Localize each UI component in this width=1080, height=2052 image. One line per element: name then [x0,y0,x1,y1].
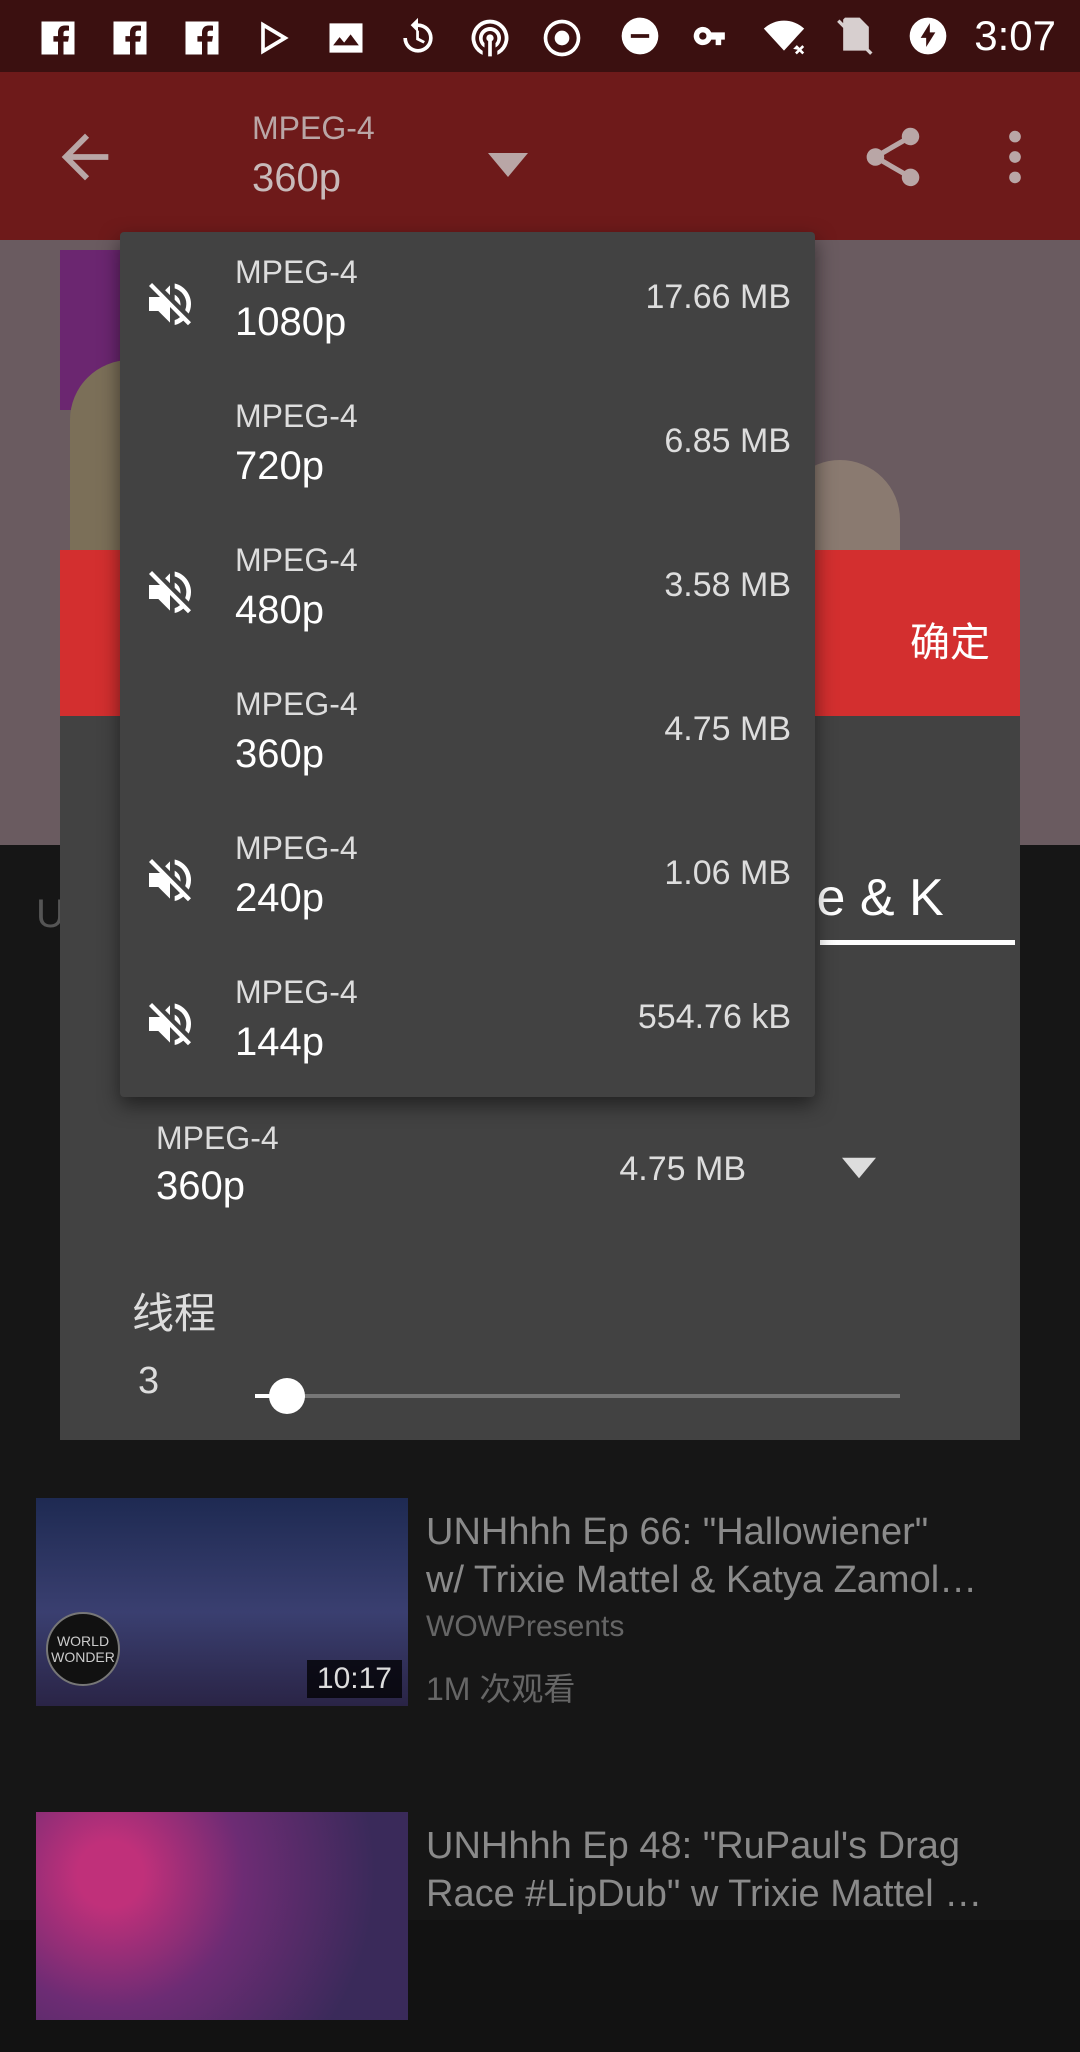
option-size: 17.66 MB [645,278,791,316]
quality-option-240p[interactable]: MPEG-4 240p 1.06 MB [120,808,815,952]
option-format: MPEG-4 [235,398,358,434]
image-icon [320,12,372,64]
quality-spinner[interactable]: MPEG-4 360p 4.75 MB [156,1120,876,1240]
quality-option-480p[interactable]: MPEG-4 480p 3.58 MB [120,520,815,664]
notification-icons [32,12,588,64]
vpn-key-icon [686,10,738,62]
option-size: 554.76 kB [637,998,791,1036]
input-underline [820,940,1015,945]
volume-off-icon [142,852,198,908]
video-title[interactable]: UNHhhh Ep 48: "RuPaul's Drag Race #LipDu… [426,1822,1046,1918]
play-store-icon [248,12,300,64]
quality-option-720p[interactable]: MPEG-4 720p 6.85 MB [120,376,815,520]
quality-option-1080p[interactable]: MPEG-4 1080p 17.66 MB [120,232,815,376]
facebook-icon [176,12,228,64]
threads-slider[interactable] [255,1376,900,1416]
video-thumbnail[interactable] [36,1812,408,2020]
file-name-input[interactable]: ie & K [805,868,944,928]
video-thumbnail[interactable]: WORLD WONDER 10:17 [36,1498,408,1706]
option-format: MPEG-4 [235,830,358,866]
option-size: 3.58 MB [664,566,791,604]
back-arrow-icon[interactable] [50,122,120,192]
selected-size: 4.75 MB [619,1150,746,1188]
wifi-icon [758,10,810,62]
facebook-icon [104,12,156,64]
video-views: 1M 次观看 [426,1671,576,1707]
option-resolution: 480p [235,588,324,632]
option-resolution: 1080p [235,300,347,344]
channel-logo: WORLD WONDER [46,1612,120,1686]
volume-off-icon [142,564,198,620]
dropdown-arrow-icon[interactable] [488,150,528,180]
selected-resolution: 360p [156,1164,245,1208]
quality-dropdown-menu: MPEG-4 1080p 17.66 MB MPEG-4 720p 6.85 MB MPEG… [120,232,815,1097]
option-size: 1.06 MB [664,854,791,892]
volume-off-icon [142,996,198,1052]
battery-charging-icon [902,10,954,62]
option-resolution: 240p [235,876,324,920]
app-bar: MPEG-4 360p [0,72,1080,240]
threads-value: 3 [138,1360,160,1402]
system-icons: 3:07 [614,10,1056,62]
appbar-resolution[interactable]: 360p [252,156,341,201]
video-channel: WOWPresents [426,1610,625,1643]
option-format: MPEG-4 [235,974,358,1010]
facebook-icon [32,12,84,64]
option-resolution: 144p [235,1020,324,1064]
option-resolution: 360p [235,732,324,776]
quality-option-144p[interactable]: MPEG-4 144p 554.76 kB [120,952,815,1096]
option-format: MPEG-4 [235,686,358,722]
sync-icon [392,12,444,64]
no-sim-icon [830,10,882,62]
clock: 3:07 [974,12,1056,59]
option-format: MPEG-4 [235,542,358,578]
option-resolution: 720p [235,444,324,488]
more-options-icon[interactable] [980,122,1050,192]
volume-off-icon [142,276,198,332]
status-bar: 3:07 [0,0,1080,72]
do-not-disturb-icon [614,10,666,62]
record-icon [536,12,588,64]
option-format: MPEG-4 [235,254,358,290]
option-size: 6.85 MB [664,422,791,460]
slider-thumb[interactable] [269,1378,306,1414]
appbar-format[interactable]: MPEG-4 [252,110,375,147]
video-title[interactable]: UNHhhh Ep 66: "Hallowiener" w/ Trixie Ma… [426,1508,1046,1604]
selected-format: MPEG-4 [156,1120,279,1156]
option-size: 4.75 MB [664,710,791,748]
related-video-item[interactable]: WORLD WONDER 10:17 UNHhhh Ep 66: "Hallow… [36,1498,1046,1738]
dropdown-arrow-icon[interactable] [842,1156,876,1180]
related-video-item[interactable]: UNHhhh Ep 48: "RuPaul's Drag Race #LipDu… [36,1812,1046,2052]
share-icon[interactable] [858,122,928,192]
slider-track [255,1394,900,1398]
threads-label: 线程 [132,1290,217,1337]
video-duration: 10:17 [306,1660,402,1698]
ok-button[interactable]: 确定 [910,610,990,668]
podcast-icon [464,12,516,64]
quality-option-360p[interactable]: MPEG-4 360p 4.75 MB [120,664,815,808]
